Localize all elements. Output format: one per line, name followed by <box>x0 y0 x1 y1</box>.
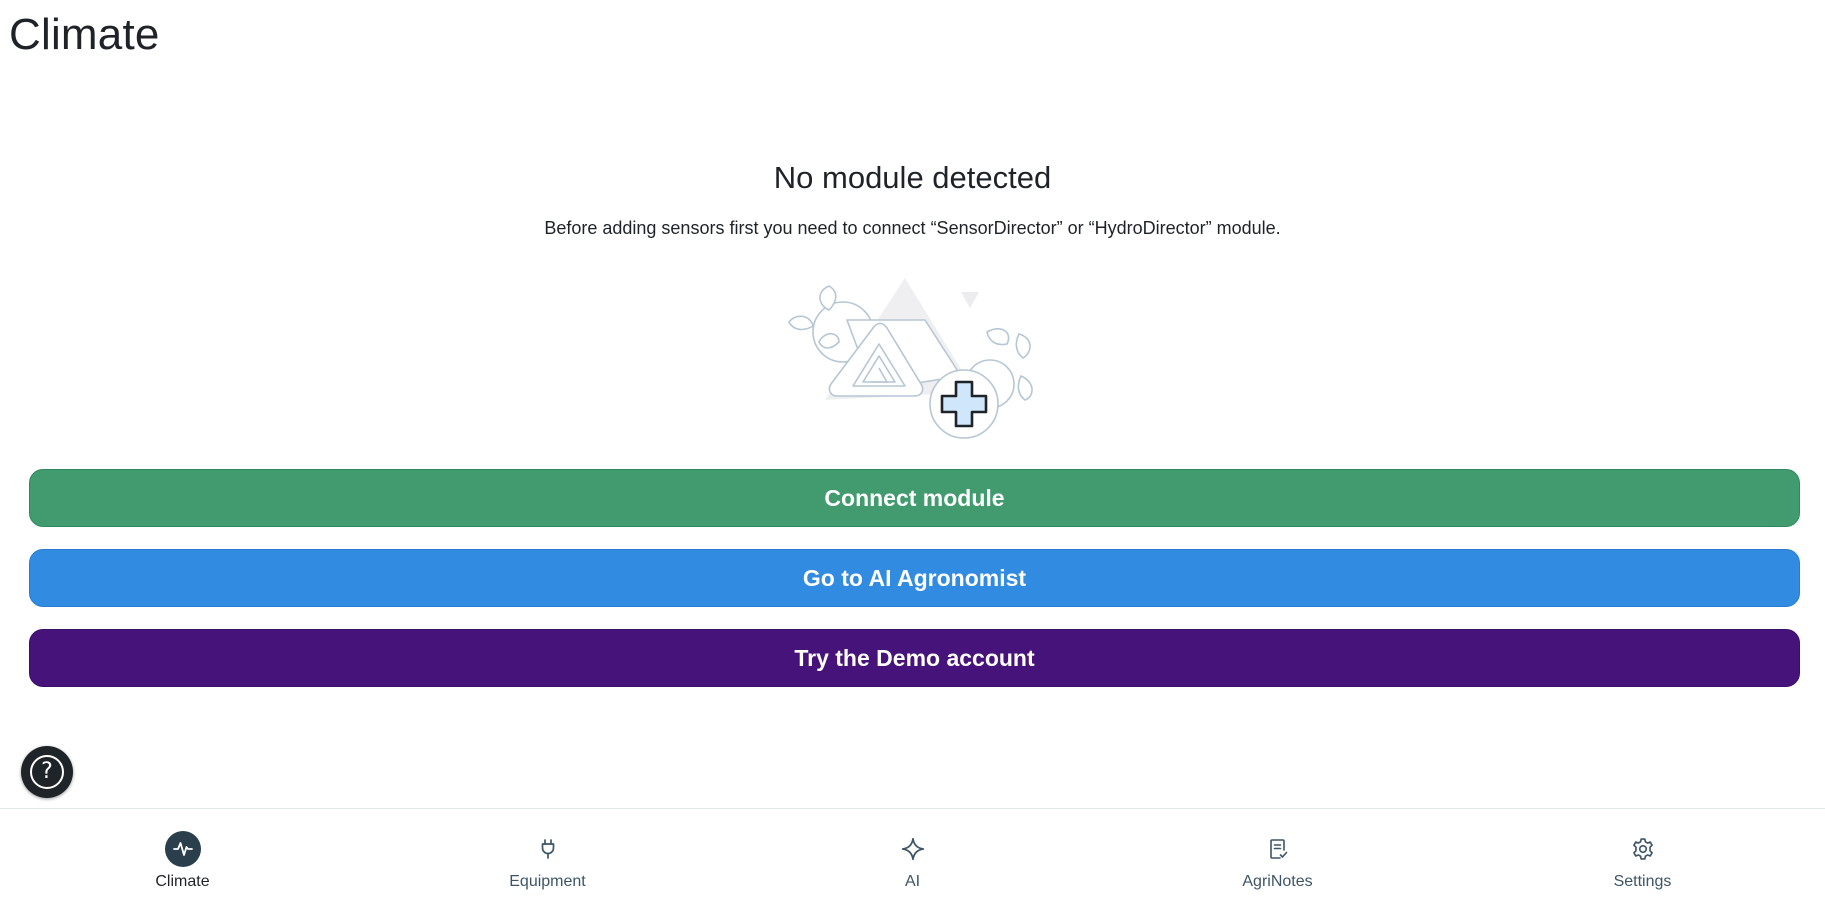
go-to-ai-agronomist-button[interactable]: Go to AI Agronomist <box>29 549 1800 607</box>
gear-icon <box>1625 831 1661 867</box>
empty-state-description: Before adding sensors first you need to … <box>544 218 1281 238</box>
nav-label-settings: Settings <box>1613 873 1672 890</box>
page-title: Climate <box>9 10 160 59</box>
climate-page: Climate No module detected Before adding… <box>0 0 1825 899</box>
try-demo-account-button[interactable]: Try the Demo account <box>29 629 1800 687</box>
nav-item-climate[interactable]: Climate <box>0 809 365 899</box>
pulse-icon <box>164 831 201 867</box>
nav-item-settings[interactable]: Settings <box>1460 809 1825 899</box>
nav-label-agrinotes: AgriNotes <box>1242 873 1313 890</box>
connect-module-button[interactable]: Connect module <box>29 469 1800 527</box>
nav-label-ai: AI <box>904 873 921 890</box>
bottom-nav: Climate Equipment AI AgriNotes Settings <box>0 808 1825 899</box>
help-button[interactable]: ? <box>21 746 73 798</box>
nav-label-equipment: Equipment <box>509 873 586 890</box>
nav-item-agrinotes[interactable]: AgriNotes <box>1095 809 1460 899</box>
nav-item-ai[interactable]: AI <box>730 809 1095 899</box>
nav-item-equipment[interactable]: Equipment <box>365 809 730 899</box>
module-plus-illustration <box>788 278 1033 439</box>
plug-icon <box>530 831 566 867</box>
nav-label-climate: Climate <box>155 873 210 890</box>
sparkle-icon <box>895 831 931 867</box>
notes-icon <box>1260 831 1296 867</box>
question-icon: ? <box>30 755 64 789</box>
empty-state: No module detected Before adding sensors… <box>0 160 1825 239</box>
empty-state-title: No module detected <box>773 160 1052 195</box>
